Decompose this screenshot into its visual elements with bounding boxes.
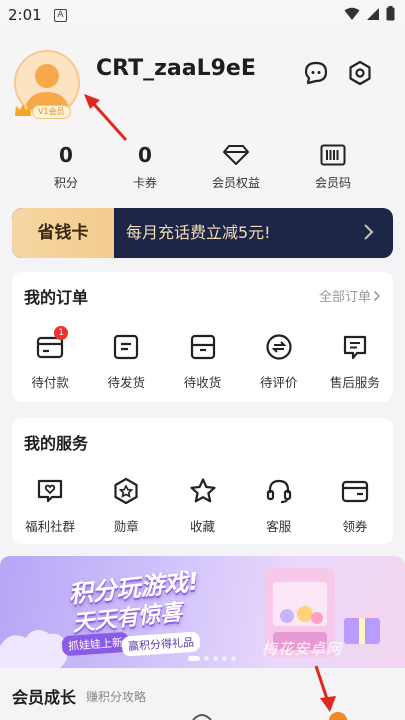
order-item-label: 待发货 [107, 375, 146, 390]
my-services-panel: 我的服务 福利社群 勋章 收藏 客服 领券 [12, 418, 393, 544]
services-title: 我的服务 [24, 434, 89, 453]
notification-a-icon: A [54, 9, 67, 22]
service-item-label: 收藏 [190, 519, 216, 534]
service-item-label: 勋章 [113, 519, 139, 534]
service-get-coupons[interactable]: 领券 [317, 474, 393, 535]
member-benefits-stat[interactable]: 会员权益 [196, 142, 276, 191]
review-icon [266, 334, 292, 360]
member-code-label: 会员码 [314, 176, 351, 190]
community-icon [37, 479, 63, 503]
package-icon [114, 334, 139, 360]
points-stat[interactable]: 0 积分 [26, 142, 106, 191]
after-sales-icon [343, 335, 367, 360]
all-orders-label: 全部订单 [318, 290, 371, 305]
all-orders-link[interactable]: 全部订单 [319, 286, 381, 305]
order-item-label: 待收货 [183, 375, 222, 390]
service-medal[interactable]: 勋章 [88, 474, 164, 535]
order-item-label: 待付款 [31, 375, 69, 390]
service-favorites[interactable]: 收藏 [164, 474, 240, 535]
crown-icon [15, 104, 31, 116]
cloud-icon [0, 629, 68, 668]
diamond-icon [223, 145, 249, 165]
medal-icon [114, 477, 138, 505]
banner-chip-new: 抓娃娃上新 [61, 631, 130, 657]
gift-icon [344, 610, 380, 644]
settings-hexagon-icon[interactable] [347, 60, 373, 86]
order-after-sales[interactable]: 售后服务 [317, 330, 393, 391]
annotation-arrow-icon [84, 94, 128, 142]
saving-card-text: 每月充话费立减5元! [126, 223, 271, 242]
vip-badge: V1会员 [14, 102, 76, 119]
coupons-stat[interactable]: 0 卡券 [105, 142, 185, 191]
star-icon [189, 478, 216, 503]
points-label: 积分 [53, 176, 78, 190]
annotation-arrow-icon [314, 665, 336, 712]
wifi-icon [344, 7, 360, 20]
bottom-nav-partial-icon [192, 714, 212, 720]
chevron-right-icon [364, 224, 374, 240]
order-pending-shipment[interactable]: 待发货 [88, 330, 164, 391]
saving-card-tag: 省钱卡 [12, 208, 114, 258]
order-pending-review[interactable]: 待评价 [241, 330, 317, 391]
member-growth-subtitle[interactable]: 赚积分攻略 [86, 688, 146, 705]
stats-row: 0 积分 0 卡券 会员权益 会员码 [0, 142, 405, 198]
order-pending-payment[interactable]: 1 待付款 [12, 326, 88, 391]
member-growth-title: 会员成长 [12, 688, 77, 707]
carousel-indicator [188, 656, 236, 661]
member-code-stat[interactable]: 会员码 [293, 142, 373, 191]
service-item-label: 客服 [266, 519, 292, 534]
banner-chip-prize: 赢积分得礼品 [121, 631, 201, 657]
username[interactable]: CRT_zaaL9eE [96, 56, 256, 81]
vip-label: V1会员 [32, 105, 71, 119]
service-item-label: 领券 [342, 519, 368, 534]
order-item-label: 售后服务 [329, 375, 380, 390]
order-pending-receipt[interactable]: 待收货 [164, 330, 240, 391]
profile-header: V1会员 CRT_zaaL9eE [0, 40, 405, 130]
site-watermark: 梅花安卓网 [262, 640, 343, 658]
service-customer-support[interactable]: 客服 [241, 474, 317, 535]
order-item-label: 待评价 [259, 375, 298, 390]
coupons-value: 0 [138, 143, 152, 167]
battery-icon [386, 6, 395, 21]
status-time: 2:01 [8, 6, 42, 24]
game-promo-banner[interactable]: 积分玩游戏! 天天有惊喜 抓娃娃上新 赢积分得礼品 梅花安卓网 [0, 556, 405, 668]
my-orders-panel: 我的订单 全部订单 1 待付款 待发货 待收货 待评价 售后服务 [12, 272, 393, 402]
headset-icon [266, 479, 291, 503]
orders-title: 我的订单 [24, 288, 89, 307]
barcode-icon [320, 144, 346, 166]
coupons-label: 卡券 [132, 176, 157, 190]
status-bar: 2:01 A [0, 0, 405, 30]
points-value: 0 [59, 143, 73, 167]
pending-payment-badge: 1 [54, 326, 69, 340]
coupon-icon [341, 480, 369, 503]
chat-icon[interactable] [303, 60, 329, 86]
service-item-label: 福利社群 [25, 519, 76, 534]
inbox-icon [190, 334, 215, 360]
chevron-right-icon [373, 290, 381, 301]
service-community[interactable]: 福利社群 [12, 474, 88, 535]
signal-icon [367, 7, 379, 20]
saving-card-banner[interactable]: 省钱卡 每月充话费立减5元! [12, 208, 393, 258]
member-benefits-label: 会员权益 [211, 176, 260, 190]
